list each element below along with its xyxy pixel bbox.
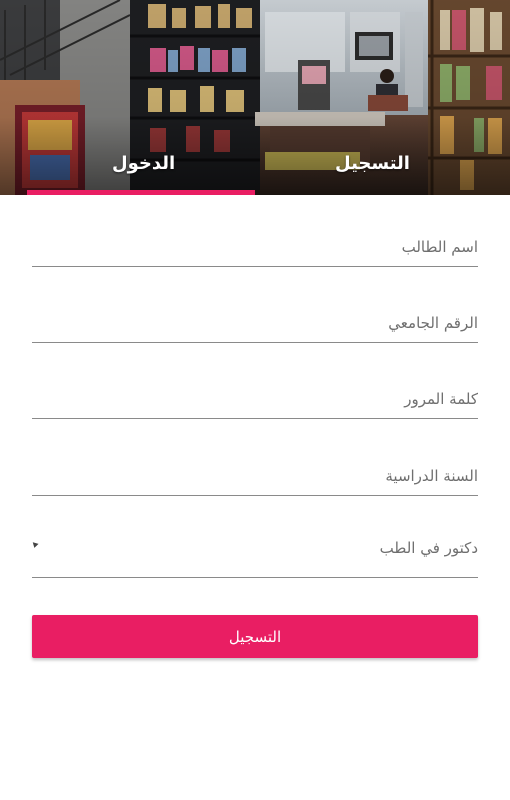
password-input[interactable] (32, 390, 478, 408)
registration-screen: الدخول التسجيل دكتور في الطب التسجيل (0, 0, 510, 800)
specialty-selected-value: دكتور في الطب (379, 539, 478, 557)
tab-register[interactable]: التسجيل (335, 150, 410, 178)
student-name-input[interactable] (32, 238, 478, 256)
header-banner: الدخول التسجيل (0, 0, 510, 195)
password-field (32, 370, 478, 419)
active-tab-indicator (27, 190, 255, 195)
bookstore-background-image (0, 0, 510, 195)
dropdown-arrow-icon (31, 542, 39, 549)
student-name-field (32, 218, 478, 267)
tab-login[interactable]: الدخول (112, 150, 175, 178)
academic-year-field (32, 447, 478, 496)
academic-year-input[interactable] (32, 467, 478, 485)
student-id-input[interactable] (32, 314, 478, 332)
student-id-field (32, 294, 478, 343)
specialty-dropdown[interactable]: دكتور في الطب (31, 525, 478, 578)
register-button[interactable]: التسجيل (32, 615, 478, 658)
